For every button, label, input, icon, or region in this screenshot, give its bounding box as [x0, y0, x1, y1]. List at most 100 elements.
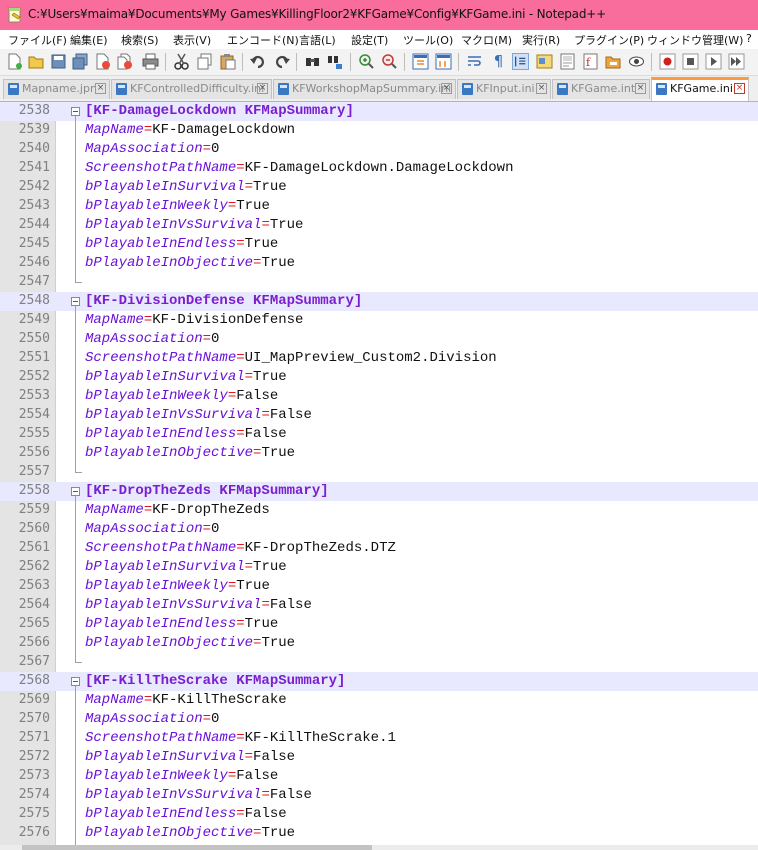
sync-vertical-icon[interactable] [412, 53, 429, 70]
document-map-icon[interactable] [559, 53, 576, 70]
key-value-line[interactable]: 2569 MapName=KF-KillTheScrake [0, 691, 758, 710]
sync-horizontal-icon[interactable] [435, 53, 452, 70]
undo-icon[interactable] [250, 53, 267, 70]
fold-toggle-icon[interactable] [71, 297, 80, 306]
menu-settings[interactable]: 設定(T) [351, 32, 388, 48]
folder-as-workspace-icon[interactable] [605, 53, 622, 70]
section-header-line[interactable]: 2568 [KF-KillTheScrake KFMapSummary] [0, 672, 758, 691]
key-value-line[interactable]: 2552 bPlayableInSurvival=True [0, 368, 758, 387]
fold-toggle-icon[interactable] [71, 677, 80, 686]
tab-close-icon[interactable]: × [734, 83, 745, 94]
key-value-line[interactable]: 2549 MapName=KF-DivisionDefense [0, 311, 758, 330]
menu-file[interactable]: ファイル(F) [8, 32, 67, 48]
key-value-line[interactable]: 2566 bPlayableInObjective=True [0, 634, 758, 653]
key-value-line[interactable]: 2573 bPlayableInWeekly=False [0, 767, 758, 786]
section-header-line[interactable]: 2538 [KF-DamageLockdown KFMapSummary] [0, 102, 758, 121]
tab-close-icon[interactable]: × [257, 83, 268, 94]
section-header-line[interactable]: 2548 [KF-DivisionDefense KFMapSummary] [0, 292, 758, 311]
menu-macro[interactable]: マクロ(M) [461, 32, 512, 48]
menu-run[interactable]: 実行(R) [522, 32, 560, 48]
tab-kfworkshopmapsummary-ini[interactable]: KFWorkshopMapSummary.ini × [273, 79, 456, 99]
key-value-line[interactable]: 2572 bPlayableInSurvival=False [0, 748, 758, 767]
fold-toggle-icon[interactable] [71, 107, 80, 116]
paste-icon[interactable] [219, 53, 236, 70]
section-header-line[interactable]: 2558 [KF-DropTheZeds KFMapSummary] [0, 482, 758, 501]
key-value-line[interactable]: 2541 ScreenshotPathName=KF-DamageLockdown… [0, 159, 758, 178]
key-value-line[interactable]: 2546 bPlayableInObjective=True [0, 254, 758, 273]
blank-line[interactable]: 2557 [0, 463, 758, 482]
tab-mapname-jpn[interactable]: Mapname.jpn × [3, 79, 110, 99]
menu-language[interactable]: 言語(L) [299, 32, 336, 48]
blank-line[interactable]: 2547 [0, 273, 758, 292]
menu-plugins[interactable]: プラグイン(P) [574, 32, 644, 48]
scrollbar-thumb[interactable] [22, 845, 372, 850]
key-value-line[interactable]: 2571 ScreenshotPathName=KF-KillTheScrake.… [0, 729, 758, 748]
key-value-line[interactable]: 2574 bPlayableInVsSurvival=False [0, 786, 758, 805]
menu-view[interactable]: 表示(V) [173, 32, 211, 48]
menu-tools[interactable]: ツール(O) [403, 32, 453, 48]
key-value-line[interactable]: 2559 MapName=KF-DropTheZeds [0, 501, 758, 520]
key-value-line[interactable]: 2556 bPlayableInObjective=True [0, 444, 758, 463]
menu-search[interactable]: 検索(S) [121, 32, 159, 48]
tab-close-icon[interactable]: × [441, 83, 452, 94]
horizontal-scrollbar[interactable] [0, 845, 758, 850]
copy-icon[interactable] [196, 53, 213, 70]
show-all-characters-icon[interactable]: ¶ [490, 53, 507, 70]
new-file-icon[interactable] [6, 53, 23, 70]
key-value-line[interactable]: 2575 bPlayableInEndless=False [0, 805, 758, 824]
key-value-line[interactable]: 2542 bPlayableInSurvival=True [0, 178, 758, 197]
menu-window[interactable]: ウィンドウ管理(W) [647, 32, 743, 48]
redo-icon[interactable] [273, 53, 290, 70]
menu-edit[interactable]: 編集(E) [70, 32, 108, 48]
cut-icon[interactable] [173, 53, 190, 70]
indent-guide-icon[interactable] [512, 53, 529, 70]
zoom-in-icon[interactable] [358, 53, 375, 70]
fold-toggle-icon[interactable] [71, 487, 80, 496]
key-value-line[interactable]: 2563 bPlayableInWeekly=True [0, 577, 758, 596]
key-value-line[interactable]: 2576 bPlayableInObjective=True [0, 824, 758, 843]
key-value-line[interactable]: 2560 MapAssociation=0 [0, 520, 758, 539]
user-defined-language-icon[interactable] [536, 53, 553, 70]
key-value-line[interactable]: 2550 MapAssociation=0 [0, 330, 758, 349]
print-icon[interactable] [142, 53, 159, 70]
editor-area[interactable]: 2538 [KF-DamageLockdown KFMapSummary] 2539… [0, 102, 758, 845]
tab-close-icon[interactable]: × [536, 83, 547, 94]
stop-recording-icon[interactable] [682, 53, 699, 70]
menu-encoding[interactable]: エンコード(N) [227, 32, 299, 48]
tab-kfgame-int[interactable]: KFGame.int × [552, 79, 650, 99]
key-value-line[interactable]: 2545 bPlayableInEndless=True [0, 235, 758, 254]
find-icon[interactable] [304, 53, 321, 70]
play-macro-icon[interactable] [705, 53, 722, 70]
close-file-icon[interactable] [94, 53, 111, 70]
key-value-line[interactable]: 2561 ScreenshotPathName=KF-DropTheZeds.DT… [0, 539, 758, 558]
monitoring-icon[interactable] [628, 53, 645, 70]
save-all-icon[interactable] [72, 53, 89, 70]
close-all-icon[interactable] [116, 53, 133, 70]
key-value-line[interactable]: 2540 MapAssociation=0 [0, 140, 758, 159]
record-macro-icon[interactable] [659, 53, 676, 70]
key-value-line[interactable]: 2555 bPlayableInEndless=False [0, 425, 758, 444]
tab-kfgame-ini[interactable]: KFGame.ini × [651, 77, 749, 101]
key-value-line[interactable]: 2543 bPlayableInWeekly=True [0, 197, 758, 216]
run-macro-multiple-icon[interactable] [728, 53, 745, 70]
tab-close-icon[interactable]: × [635, 83, 646, 94]
key-value-line[interactable]: 2564 bPlayableInVsSurvival=False [0, 596, 758, 615]
title-bar[interactable]: C:¥Users¥maima¥Documents¥My Games¥Killin… [0, 0, 758, 30]
replace-icon[interactable] [327, 53, 344, 70]
menu-help[interactable]: ? [746, 32, 752, 45]
key-value-line[interactable]: 2565 bPlayableInEndless=True [0, 615, 758, 634]
function-list-icon[interactable]: f [582, 53, 599, 70]
tab-close-icon[interactable]: × [95, 83, 106, 94]
tab-kfcontrolleddifficulty-ini[interactable]: KFControlledDifficulty.ini × [111, 79, 272, 99]
key-value-line[interactable]: 2570 MapAssociation=0 [0, 710, 758, 729]
save-icon[interactable] [50, 53, 67, 70]
key-value-line[interactable]: 2539 MapName=KF-DamageLockdown [0, 121, 758, 140]
zoom-out-icon[interactable] [381, 53, 398, 70]
key-value-line[interactable]: 2551 ScreenshotPathName=UI_MapPreview_Cus… [0, 349, 758, 368]
key-value-line[interactable]: 2554 bPlayableInVsSurvival=False [0, 406, 758, 425]
open-file-icon[interactable] [28, 53, 45, 70]
key-value-line[interactable]: 2553 bPlayableInWeekly=False [0, 387, 758, 406]
key-value-line[interactable]: 2544 bPlayableInVsSurvival=True [0, 216, 758, 235]
tab-kfinput-ini[interactable]: KFInput.ini × [457, 79, 551, 99]
word-wrap-icon[interactable] [466, 53, 483, 70]
